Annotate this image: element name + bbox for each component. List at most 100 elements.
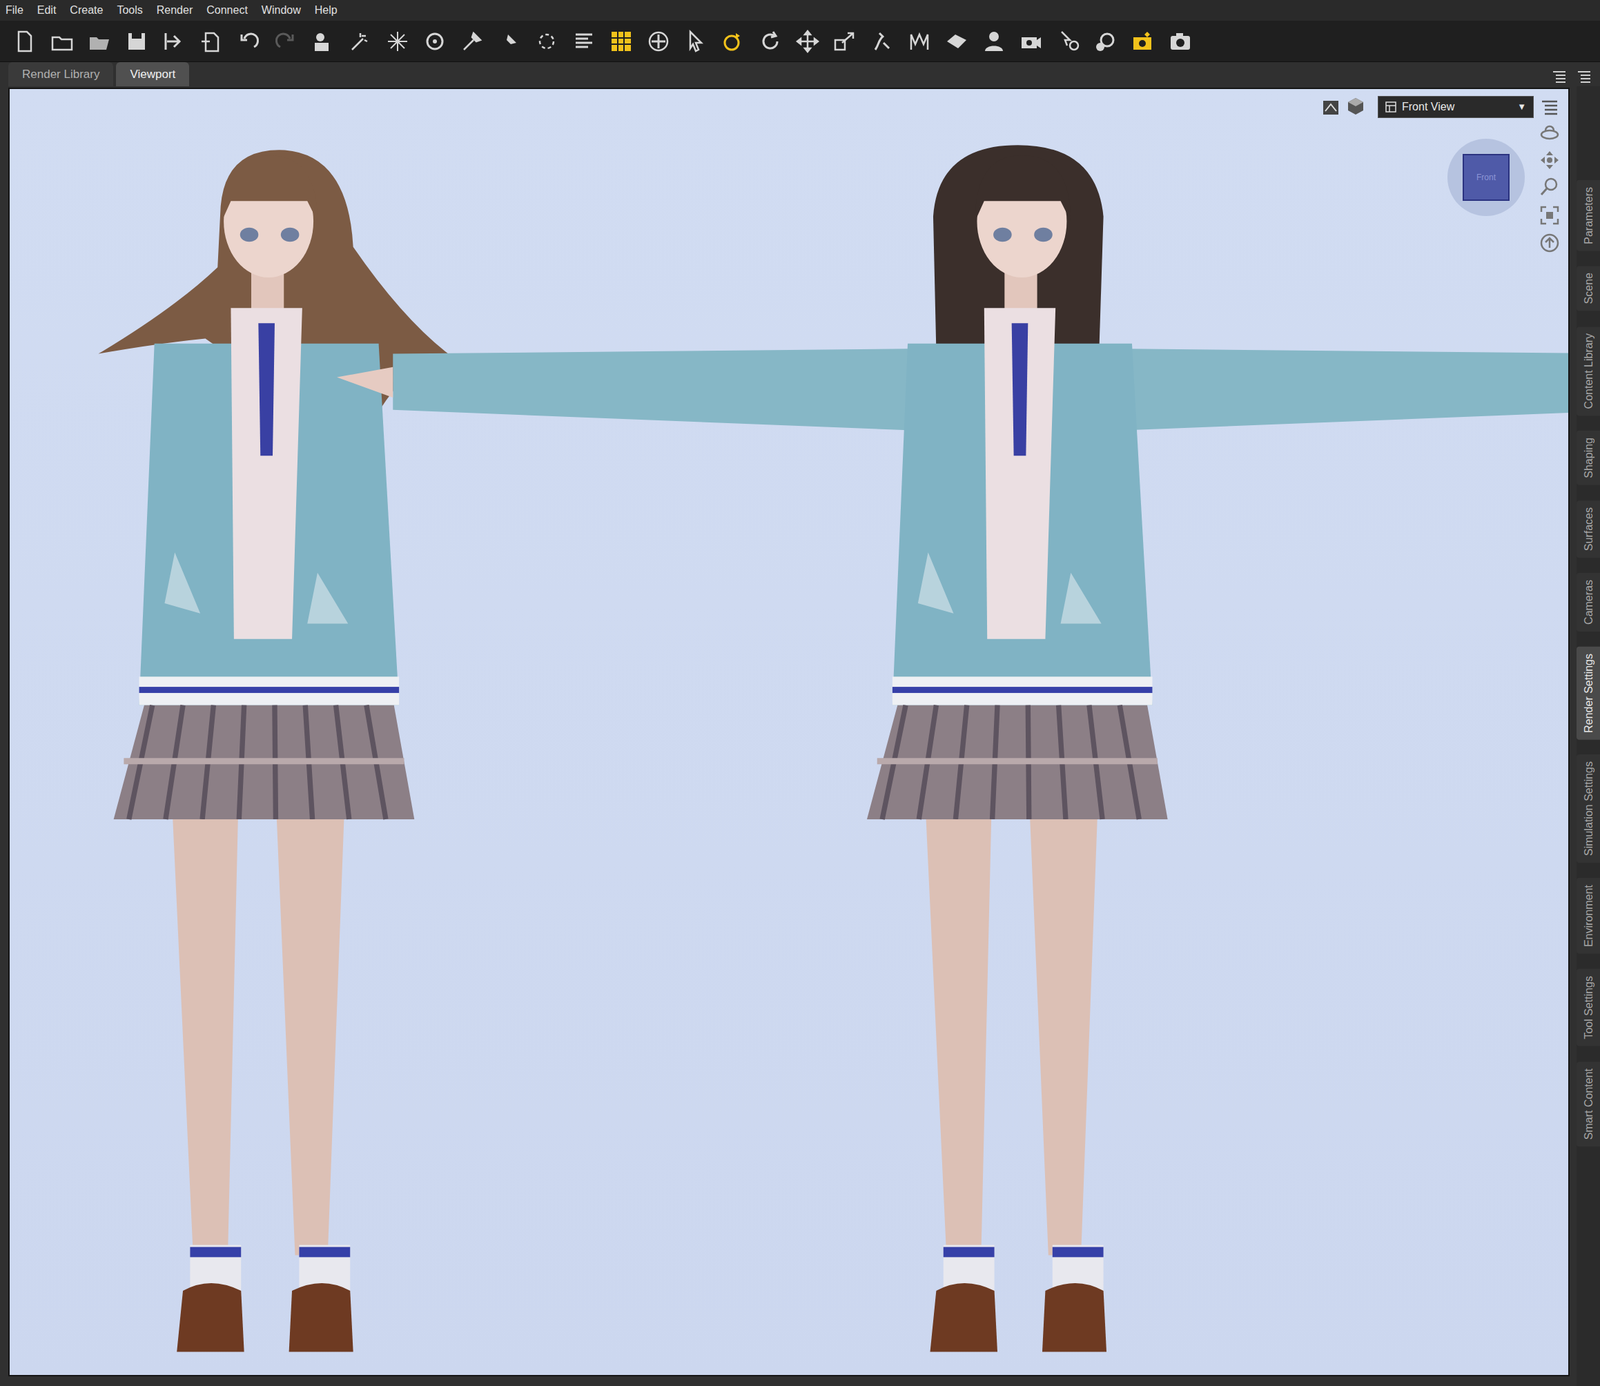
side-tab[interactable]: Content Library bbox=[1576, 326, 1600, 416]
toolbar-button bbox=[269, 24, 303, 58]
toolbar-button[interactable] bbox=[641, 24, 676, 58]
toolbar-button[interactable] bbox=[902, 24, 936, 58]
tool-icon bbox=[1056, 28, 1081, 54]
toolbar-button[interactable] bbox=[716, 24, 750, 58]
cube-label: Front bbox=[1476, 171, 1496, 184]
toolbar-button[interactable] bbox=[791, 24, 825, 58]
orbit-icon[interactable] bbox=[1539, 122, 1560, 143]
tool-icon bbox=[944, 28, 970, 54]
toolbar-button[interactable] bbox=[381, 24, 415, 58]
menu-item[interactable]: Tools bbox=[116, 2, 143, 19]
viewport[interactable]: Front View ▼ Front bbox=[8, 87, 1570, 1378]
tool-icon bbox=[1018, 28, 1044, 54]
pane-menus bbox=[1551, 69, 1592, 87]
tool-icon bbox=[1093, 28, 1119, 54]
toolbar-button[interactable] bbox=[1126, 24, 1160, 58]
tool-icon bbox=[198, 28, 224, 54]
view-cube[interactable]: Front bbox=[1447, 138, 1525, 217]
tool-icon bbox=[496, 28, 522, 54]
side-tab[interactable]: Tool Settings bbox=[1576, 969, 1600, 1047]
toolbar-button[interactable] bbox=[940, 24, 974, 58]
tool-icon bbox=[1167, 28, 1193, 54]
toolbar bbox=[0, 20, 1600, 63]
pane-tab[interactable]: Viewport bbox=[115, 62, 190, 87]
toolbar-button[interactable] bbox=[567, 24, 601, 58]
toolbar-button[interactable] bbox=[455, 24, 489, 58]
tool-icon bbox=[273, 28, 299, 54]
view-label: Front View bbox=[1401, 98, 1455, 116]
pane-tab[interactable]: Render Library bbox=[8, 62, 114, 87]
draw-style-icon[interactable] bbox=[1321, 97, 1342, 119]
tool-icon bbox=[86, 28, 112, 54]
tool-icon bbox=[683, 28, 709, 54]
menu-bar: File Edit Create Tools Render Connect Window He… bbox=[0, 0, 1600, 21]
toolbar-button[interactable] bbox=[120, 24, 154, 58]
tool-icon bbox=[385, 28, 411, 54]
toolbar-button[interactable] bbox=[753, 24, 787, 58]
toolbar-button[interactable] bbox=[977, 24, 1011, 58]
toolbar-button[interactable] bbox=[828, 24, 862, 58]
view-dropdown[interactable]: Front View ▼ bbox=[1377, 95, 1534, 119]
tool-icon bbox=[347, 28, 373, 54]
menu-item[interactable]: Create bbox=[69, 2, 103, 19]
toolbar-button[interactable] bbox=[82, 24, 116, 58]
tool-icon bbox=[795, 28, 821, 54]
menu-item[interactable]: Window bbox=[261, 2, 301, 19]
side-tab[interactable]: Simulation Settings bbox=[1576, 754, 1600, 863]
menu-item[interactable]: Edit bbox=[37, 2, 57, 19]
menu-item[interactable]: File bbox=[5, 2, 24, 19]
pan-icon[interactable] bbox=[1539, 149, 1560, 171]
tool-icon bbox=[646, 28, 671, 54]
toolbar-button[interactable] bbox=[194, 24, 228, 58]
menu-item[interactable]: Connect bbox=[206, 2, 248, 19]
tool-icon bbox=[981, 28, 1007, 54]
tool-icon bbox=[161, 28, 187, 54]
toolbar-button[interactable] bbox=[865, 24, 899, 58]
toolbar-button[interactable] bbox=[1089, 24, 1123, 58]
tool-icon bbox=[124, 28, 150, 54]
toolbar-button[interactable] bbox=[8, 24, 42, 58]
cube-face[interactable]: Front bbox=[1462, 153, 1510, 201]
toolbar-button[interactable] bbox=[1163, 24, 1197, 58]
side-tab[interactable]: Shaping bbox=[1576, 430, 1600, 486]
toolbar-button[interactable] bbox=[604, 24, 638, 58]
toolbar-button[interactable] bbox=[1051, 24, 1086, 58]
toolbar-button[interactable] bbox=[45, 24, 79, 58]
scene-render bbox=[9, 89, 1569, 1376]
menu-item[interactable]: Render bbox=[156, 2, 193, 19]
side-tab[interactable]: Cameras bbox=[1576, 572, 1600, 632]
dropdown-arrow: ▼ bbox=[1517, 100, 1527, 114]
shading-icon[interactable] bbox=[1345, 95, 1367, 117]
tool-icon bbox=[49, 28, 75, 54]
app-window: File Edit Create Tools Render Connect Window He… bbox=[0, 0, 1600, 1386]
pane-menu-icon[interactable] bbox=[1576, 69, 1592, 84]
menu-item[interactable]: Help bbox=[314, 2, 338, 19]
tool-icon bbox=[571, 28, 597, 54]
tool-icon bbox=[608, 28, 634, 54]
tool-icon bbox=[869, 28, 895, 54]
toolbar-button[interactable] bbox=[306, 24, 340, 58]
toolbar-button[interactable] bbox=[343, 24, 377, 58]
pane-menu-icon[interactable] bbox=[1551, 69, 1567, 84]
toolbar-button[interactable] bbox=[530, 24, 564, 58]
toolbar-button[interactable] bbox=[418, 24, 452, 58]
tool-icon bbox=[720, 28, 746, 54]
toolbar-button[interactable] bbox=[231, 24, 266, 58]
side-tab[interactable]: Smart Content bbox=[1576, 1061, 1600, 1147]
tool-icon bbox=[422, 28, 448, 54]
side-tab[interactable]: Scene bbox=[1576, 265, 1600, 311]
frame-icon[interactable] bbox=[1539, 205, 1560, 226]
zoom-icon[interactable] bbox=[1539, 176, 1560, 197]
toolbar-button[interactable] bbox=[157, 24, 191, 58]
side-tab[interactable]: Parameters bbox=[1576, 180, 1600, 252]
tool-icon bbox=[534, 28, 560, 54]
reset-view-icon[interactable] bbox=[1539, 232, 1560, 254]
toolbar-button[interactable] bbox=[679, 24, 713, 58]
toolbar-button[interactable] bbox=[492, 24, 526, 58]
side-tab[interactable]: Render Settings bbox=[1576, 646, 1600, 740]
toolbar-button[interactable] bbox=[1014, 24, 1048, 58]
side-tab[interactable]: Surfaces bbox=[1576, 500, 1600, 558]
side-tab[interactable]: Environment bbox=[1576, 877, 1600, 954]
viewport-menu-icon[interactable] bbox=[1539, 97, 1560, 119]
pane-tabs: Render LibraryViewport bbox=[0, 62, 1600, 87]
